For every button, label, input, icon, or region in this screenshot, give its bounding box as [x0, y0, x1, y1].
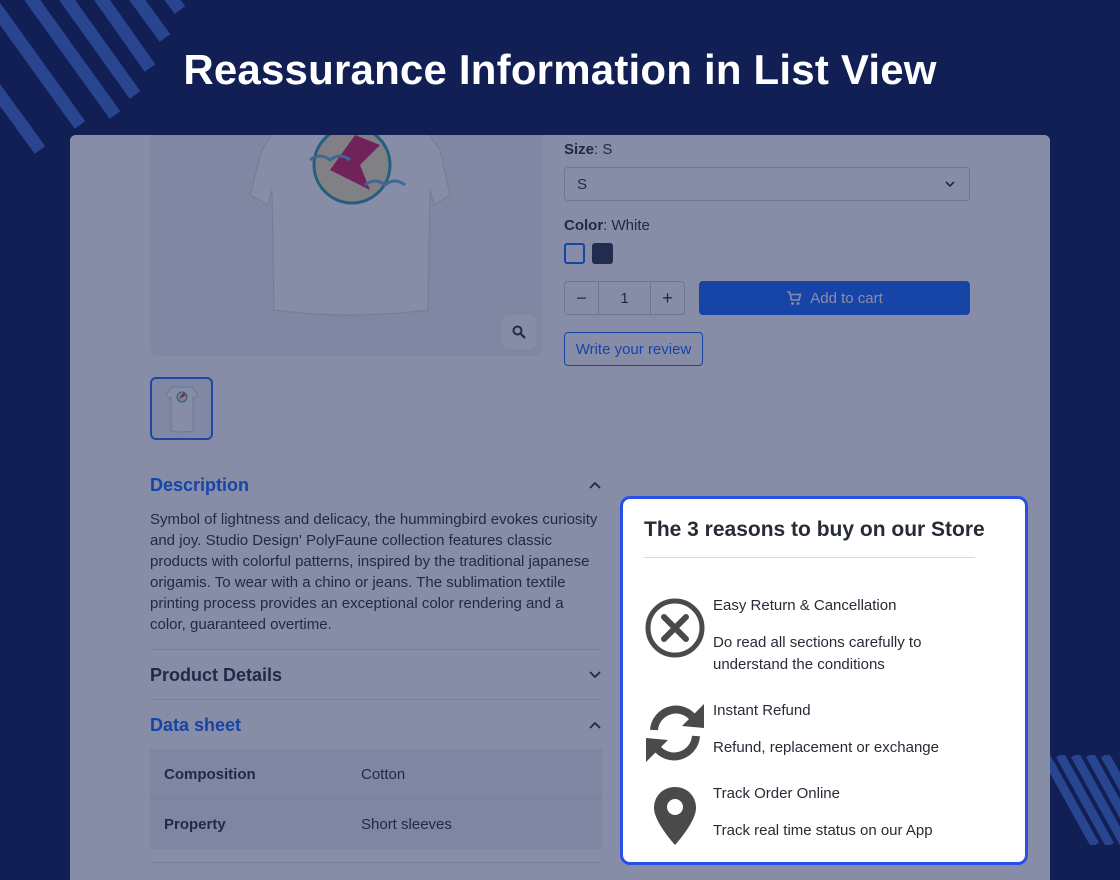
color-swatch-white[interactable]: [564, 243, 585, 264]
accordion-description-header[interactable]: Description: [150, 465, 602, 505]
reassurance-item: Easy Return & Cancellation Do read all s…: [644, 597, 1014, 687]
data-sheet-key: Composition: [164, 765, 256, 783]
reassurance-item-desc: Track real time status on our App: [713, 822, 933, 839]
accordion-data-sheet-title: Data sheet: [150, 714, 242, 735]
accordion-divider: [150, 649, 602, 650]
data-sheet-key: Property: [164, 815, 226, 833]
accordion-product-details-header[interactable]: Product Details: [150, 655, 602, 695]
reassurance-item: Instant Refund Refund, replacement or ex…: [644, 702, 1014, 772]
quantity-input[interactable]: 1: [598, 282, 651, 314]
reassurance-panel: The 3 reasons to buy on our Store Easy R…: [620, 496, 1028, 865]
data-sheet-value: Cotton: [361, 765, 406, 783]
accordion-divider: [150, 699, 602, 700]
product-thumbnail[interactable]: [150, 377, 213, 440]
magnifier-icon: [512, 325, 526, 339]
chevron-up-icon: [589, 481, 601, 489]
reassurance-item-title: Easy Return & Cancellation: [713, 597, 897, 614]
cart-icon: [787, 291, 802, 305]
reassurance-item-desc: Refund, replacement or exchange: [713, 739, 939, 756]
add-to-cart-label: Add to cart: [810, 289, 883, 307]
quantity-increase-button[interactable]: +: [651, 282, 684, 314]
reassurance-item: Track Order Online Track real time statu…: [644, 785, 1014, 855]
color-label: Color: [564, 217, 604, 234]
write-review-button[interactable]: Write your review: [564, 332, 703, 366]
data-sheet-row: Property Short sleeves: [150, 799, 602, 849]
add-to-cart-button[interactable]: Add to cart: [699, 281, 970, 315]
chevron-up-icon: [589, 721, 601, 729]
description-text: Symbol of lightness and delicacy, the hu…: [150, 511, 598, 633]
reassurance-item-title: Instant Refund: [713, 702, 811, 719]
reassurance-item-title: Track Order Online: [713, 785, 840, 802]
close-circle-icon: [645, 598, 705, 658]
accordion-description-title: Description: [150, 474, 250, 495]
quantity-stepper: − 1 +: [564, 281, 685, 315]
color-value: White: [611, 217, 650, 234]
size-select[interactable]: S: [564, 167, 970, 201]
accordion-product-details-title: Product Details: [150, 664, 283, 685]
size-select-value: S: [577, 176, 588, 193]
tshirt-image: [249, 135, 451, 316]
quantity-decrease-button[interactable]: −: [565, 282, 598, 314]
reassurance-item-desc: Do read all sections carefully to unders…: [713, 634, 922, 673]
reassurance-title: The 3 reasons to buy on our Store: [644, 518, 985, 541]
color-swatch-dark[interactable]: [592, 243, 613, 264]
decorative-stripes-bottom-right: [1045, 755, 1120, 845]
size-value: S: [602, 141, 613, 158]
data-sheet-row: Composition Cotton: [150, 749, 602, 799]
map-pin-icon: [654, 787, 696, 845]
size-label-row: Size: S: [564, 141, 613, 158]
data-sheet-value: Short sleeves: [361, 815, 452, 833]
refresh-icon: [646, 704, 704, 762]
tshirt-thumbnail-image: [165, 386, 199, 433]
chevron-down-icon: [589, 671, 601, 679]
zoom-button[interactable]: [502, 315, 536, 349]
banner-title: Reassurance Information in List View: [183, 46, 937, 93]
chevron-down-icon: [945, 181, 955, 188]
product-image[interactable]: [150, 135, 543, 356]
reassurance-divider: [644, 557, 975, 558]
color-label-row: Color: White: [564, 217, 650, 234]
accordion-data-sheet-header[interactable]: Data sheet: [150, 705, 602, 745]
size-label: Size: [564, 141, 595, 158]
accordion-divider: [150, 862, 602, 863]
